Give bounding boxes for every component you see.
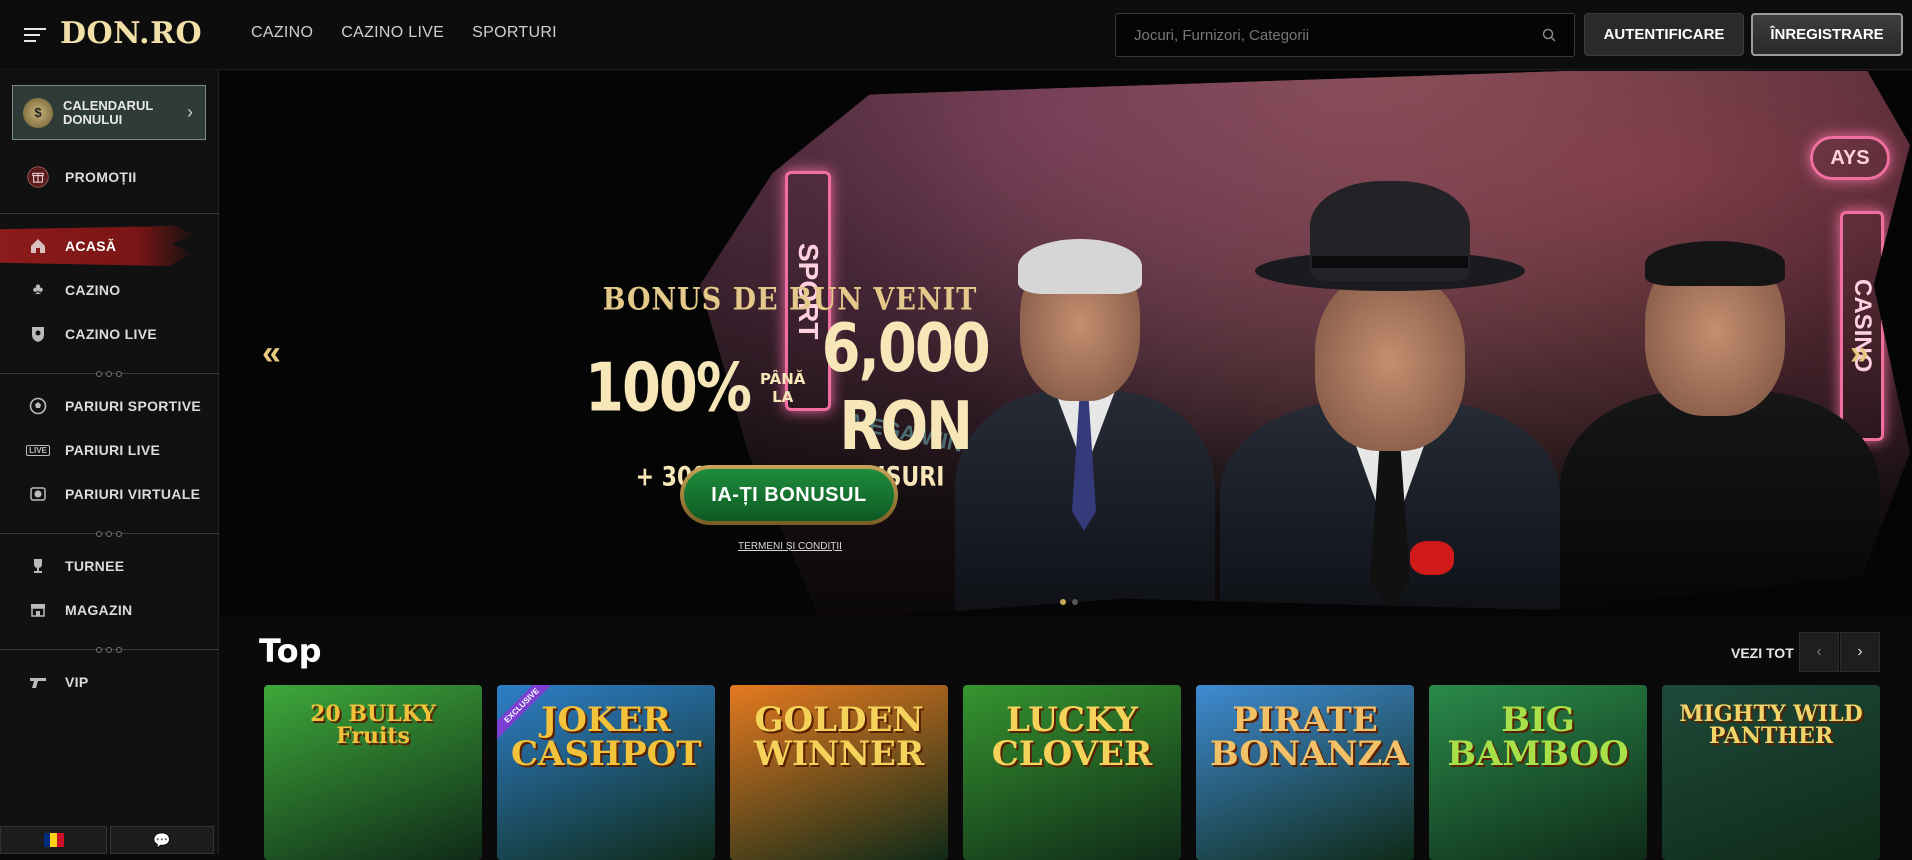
sidebar-item-vip[interactable]: VIP xyxy=(0,662,219,702)
nav-sporturi[interactable]: SPORTURI xyxy=(472,24,557,42)
claim-bonus-button[interactable]: IA-ȚI BONUSUL xyxy=(680,465,898,525)
game-tile[interactable]: PIRATE BONANZA xyxy=(1196,685,1414,860)
hero-prev-arrow-icon[interactable]: « xyxy=(262,334,281,373)
hero-banner: SPORT AYS CASINO MEGA WIN Bets BONUS DE … xyxy=(220,71,1912,616)
sidebar-item-magazin[interactable]: MAGAZIN xyxy=(0,590,219,630)
chat-icon: 💬 xyxy=(153,831,171,848)
search-input[interactable] xyxy=(1116,14,1574,56)
game-title: 20 BULKY Fruits xyxy=(310,701,436,749)
sidebar-item-label: MAGAZIN xyxy=(65,602,133,618)
sidebar-item-label: CAZINO xyxy=(65,282,121,298)
carousel-prev-button[interactable]: ‹ xyxy=(1799,632,1839,672)
soccer-ball-icon xyxy=(27,395,49,417)
hero-next-arrow-icon[interactable]: » xyxy=(1850,334,1869,373)
sidebar-item-label: PROMOȚII xyxy=(65,169,137,185)
person-right xyxy=(1560,391,1880,616)
virtual-ball-icon xyxy=(27,483,49,505)
ays-sign: AYS xyxy=(1810,136,1890,180)
game-title: MIGHTY WILD PANTHER xyxy=(1679,701,1863,749)
sidebar-item-promotii[interactable]: PROMOȚII xyxy=(0,157,219,197)
register-button[interactable]: ÎNREGISTRARE xyxy=(1751,13,1903,56)
game-tile[interactable]: 20 BULKY Fruits xyxy=(264,685,482,860)
store-icon xyxy=(27,599,49,621)
promo-upto-line1: PÂNĂ xyxy=(760,370,806,388)
sidebar-item-cazino[interactable]: ♣ CAZINO xyxy=(0,270,219,310)
divider xyxy=(0,210,219,218)
slide-dot-1[interactable] xyxy=(1060,599,1066,605)
club-icon: ♣ xyxy=(32,281,44,298)
promo-text: BONUS DE BUN VENIT 100% PÂNĂ LA 6,000 RO… xyxy=(585,282,995,493)
search-box xyxy=(1115,13,1575,57)
game-tile[interactable]: JOKER CASHPOT EXCLUSIVE xyxy=(497,685,715,860)
promo-upto-line2: LA xyxy=(772,388,794,406)
sidebar-item-label: CAZINO LIVE xyxy=(65,326,157,342)
top-bar: DON.RO CAZINO CAZINO LIVE SPORTURI AUTEN… xyxy=(0,0,1912,70)
chat-button[interactable]: 💬 xyxy=(110,826,214,854)
coin-icon: $ xyxy=(23,97,53,128)
game-title: GOLDEN WINNER xyxy=(753,700,925,774)
slide-indicator xyxy=(1060,599,1078,605)
game-tile[interactable]: MIGHTY WILD PANTHER xyxy=(1662,685,1880,860)
chevron-right-icon: › xyxy=(187,102,193,122)
sidebar-item-acasa[interactable]: ACASĂ xyxy=(0,226,219,266)
sidebar-item-pariuri-sportive[interactable]: PARIURI SPORTIVE xyxy=(0,386,219,426)
nav-cazino-live[interactable]: CAZINO LIVE xyxy=(341,24,444,42)
romania-flag-icon xyxy=(43,833,64,847)
menu-icon[interactable] xyxy=(24,26,46,44)
sidebar-item-label: PARIURI LIVE xyxy=(65,442,161,458)
sidebar-item-label: VIP xyxy=(65,674,89,690)
chevron-right-icon: › xyxy=(1857,643,1863,660)
sidebar-item-label: ACASĂ xyxy=(65,238,117,254)
search-icon[interactable] xyxy=(1542,28,1556,42)
divider xyxy=(0,370,219,378)
game-tile[interactable]: BIG BAMBOO xyxy=(1429,685,1647,860)
game-tile[interactable]: GOLDEN WINNER xyxy=(730,685,948,860)
divider xyxy=(0,646,219,654)
games-row: 20 BULKY Fruits JOKER CASHPOT EXCLUSIVE GOL… xyxy=(264,685,1880,860)
shield-icon xyxy=(27,323,49,345)
game-title: PIRATE BONANZA xyxy=(1210,700,1409,774)
trophy-icon xyxy=(27,555,49,577)
login-button[interactable]: AUTENTIFICARE xyxy=(1584,13,1744,56)
sidebar-item-cazino-live[interactable]: CAZINO LIVE xyxy=(0,314,219,354)
calendar-button[interactable]: $ CALENDARUL DONULUI › xyxy=(12,85,206,140)
pistol-icon xyxy=(27,671,49,693)
live-badge-text: LIVE xyxy=(26,444,50,456)
sidebar-item-turnee[interactable]: TURNEE xyxy=(0,546,219,586)
live-badge-icon: LIVE xyxy=(26,439,50,461)
bets-sign: Bets xyxy=(1900,461,1910,493)
promo-percent: 100% xyxy=(585,349,752,427)
promo-amount: 6,000 RON xyxy=(821,310,991,466)
promo-upto: PÂNĂ LA xyxy=(760,370,805,406)
game-tile[interactable]: LUCKY CLOVER xyxy=(963,685,1181,860)
casino-sign: CASINO xyxy=(1840,211,1884,441)
language-selector[interactable] xyxy=(0,826,107,854)
sidebar: $ CALENDARUL DONULUI › PROMOȚII ACASĂ ♣ … xyxy=(0,71,219,854)
promo-headline: 100% PÂNĂ LA 6,000 RON xyxy=(585,310,995,466)
game-title: BIG BAMBOO xyxy=(1447,700,1629,774)
sidebar-item-pariuri-virtuale[interactable]: PARIURI VIRTUALE xyxy=(0,474,219,514)
top-nav: CAZINO CAZINO LIVE SPORTURI xyxy=(251,24,557,42)
game-title: JOKER CASHPOT xyxy=(511,700,702,774)
game-title: LUCKY CLOVER xyxy=(991,700,1153,774)
sidebar-item-label: PARIURI SPORTIVE xyxy=(65,398,202,414)
carousel-next-button[interactable]: › xyxy=(1840,632,1880,672)
logo[interactable]: DON.RO xyxy=(60,16,202,51)
claim-bonus-label: IA-ȚI BONUSUL xyxy=(684,469,894,521)
sidebar-item-pariuri-live[interactable]: LIVE PARIURI LIVE xyxy=(0,430,219,470)
gift-icon xyxy=(27,166,49,188)
head-center xyxy=(1315,271,1465,451)
see-all-link[interactable]: VEZI TOT xyxy=(1731,645,1794,661)
slide-dot-2[interactable] xyxy=(1072,599,1078,605)
sidebar-item-label: TURNEE xyxy=(65,558,125,574)
divider xyxy=(0,530,219,538)
nav-cazino[interactable]: CAZINO xyxy=(251,24,313,42)
terms-link[interactable]: TERMENI ȘI CONDIȚII xyxy=(720,541,860,552)
home-icon xyxy=(27,235,49,257)
section-title-top: Top xyxy=(259,632,322,670)
chevron-left-icon: ‹ xyxy=(1816,643,1822,660)
sidebar-item-label: PARIURI VIRTUALE xyxy=(65,486,201,502)
calendar-label: CALENDARUL DONULUI xyxy=(63,97,154,127)
